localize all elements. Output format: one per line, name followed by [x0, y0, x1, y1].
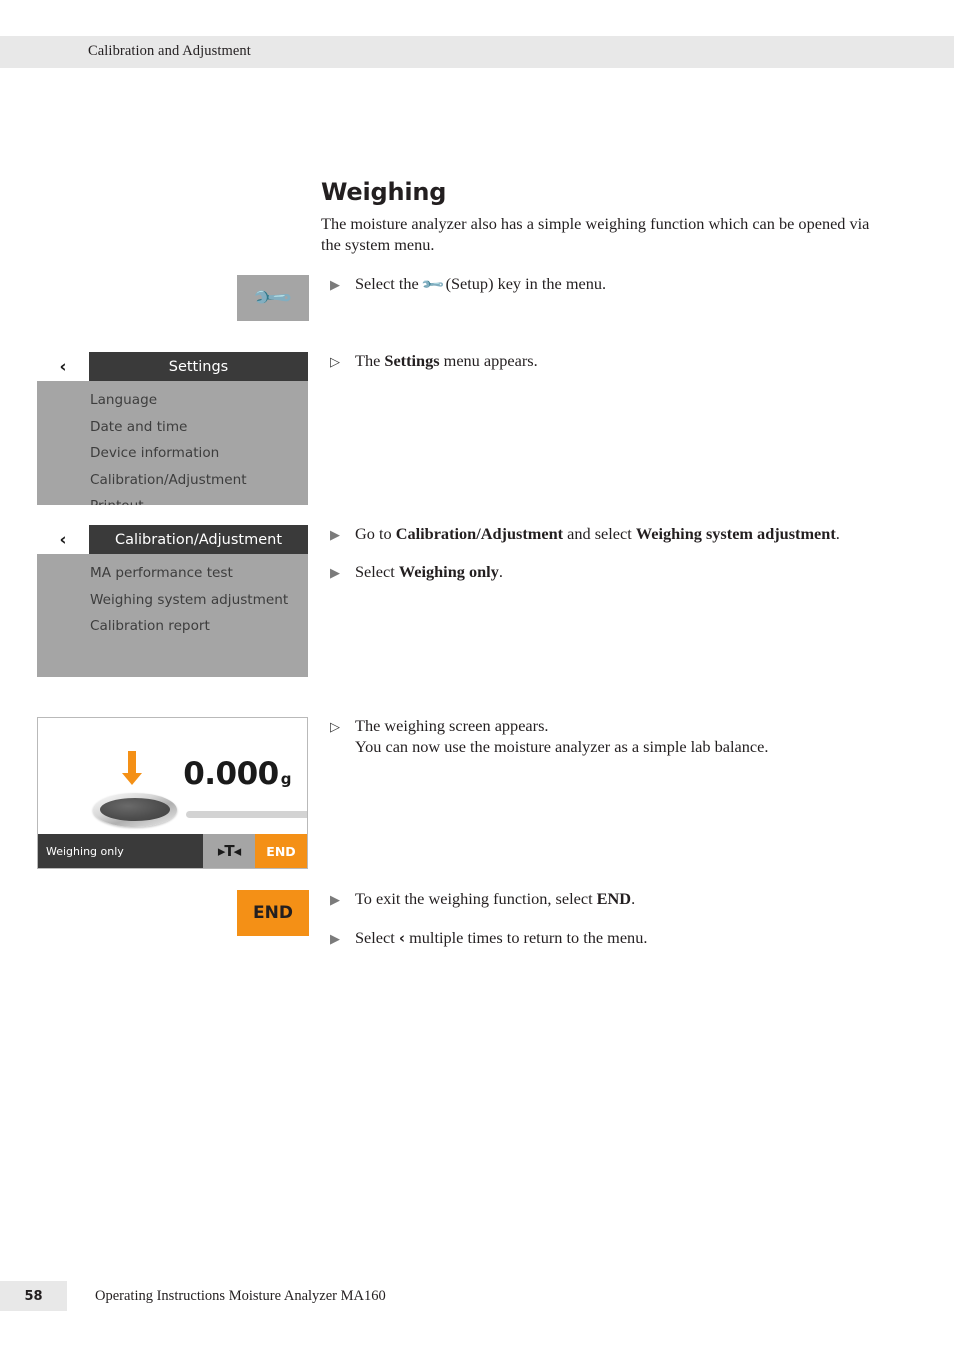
step-text-suffix: . [498, 562, 503, 581]
step-text-prefix: Select [355, 562, 399, 581]
menu-item-device-information[interactable]: Device information [37, 440, 308, 467]
back-chevron-icon[interactable]: ‹ [37, 352, 89, 381]
weighing-screen-main: 0.000 g [38, 718, 307, 834]
weight-readout: 0.000 g [183, 756, 291, 792]
menu-item-date-and-time[interactable]: Date and time [37, 414, 308, 441]
end-button[interactable]: END [255, 834, 307, 868]
weight-unit: g [280, 770, 292, 788]
step-text-prefix: To exit the weighing function, select [355, 889, 597, 908]
end-key-swatch[interactable]: END [237, 890, 309, 936]
step-marker-action: ▶ [330, 527, 340, 542]
step-marker-action: ▶ [330, 277, 340, 292]
step-text: To exit the weighing function, select EN… [355, 889, 930, 910]
step-marker-action: ▶ [330, 565, 340, 580]
step-text-bold: Weighing only [398, 562, 499, 581]
step-marker-result: ▷ [330, 719, 340, 734]
step-text-prefix: Select [355, 928, 399, 947]
step-exit-weighing: ▶ To exit the weighing function, select … [330, 889, 930, 910]
step-screen-appears: ▷ The weighing screen appears. You can no… [330, 716, 930, 757]
page-title: Weighing [321, 178, 447, 206]
calibration-panel-body: MA performance test Weighing system adju… [37, 554, 308, 640]
step-text: The weighing screen appears. You can now … [355, 716, 930, 757]
menu-item-language[interactable]: Language [37, 387, 308, 414]
step-text-prefix: Go to [355, 524, 396, 543]
back-chevron-icon[interactable]: ‹ [37, 525, 89, 554]
step-settings-appears: ▷ The Settings menu appears. [330, 351, 930, 372]
step-marker-result: ▷ [330, 354, 340, 369]
step-text-bold-2: Weighing system adjustment [635, 524, 836, 543]
section-intro: The moisture analyzer also has a simple … [321, 214, 870, 254]
step-text-line-1: The weighing screen appears. [355, 716, 549, 735]
step-text-line-2: You can now use the moisture analyzer as… [355, 736, 769, 756]
step-text: The Settings menu appears. [355, 351, 930, 372]
calibration-panel-title: Calibration/Adjustment [114, 531, 283, 548]
page-number: 58 [24, 1288, 43, 1304]
step-text-bold: END [596, 889, 632, 908]
step-text: Select Weighing only. [355, 562, 930, 583]
sample-pan-icon [93, 793, 177, 827]
step-text-suffix: (Setup) key in the menu. [441, 274, 607, 293]
step-text: Go to Calibration/Adjustment and select … [355, 524, 930, 545]
step-select-weighing-only: ▶ Select Weighing only. [330, 562, 930, 583]
step-text-bold: Settings [384, 351, 440, 370]
step-goto-calibration: ▶ Go to Calibration/Adjustment and selec… [330, 524, 930, 545]
step-text-prefix: The [355, 351, 385, 370]
end-key-label: END [253, 903, 293, 923]
step-text: Select ‹ multiple times to return to the… [355, 928, 930, 949]
step-text-suffix: menu appears. [439, 351, 538, 370]
weighing-screen[interactable]: 0.000 g Weighing only ▸T◂ END [37, 717, 308, 869]
footer-document-title: Operating Instructions Moisture Analyzer… [95, 1288, 386, 1304]
step-select-setup: ▶ Select the 🔧 (Setup) key in the menu. [330, 272, 930, 298]
step-marker-action: ▶ [330, 931, 340, 946]
calibration-panel-titlebar: ‹ Calibration/Adjustment [37, 525, 308, 554]
step-text-middle: and select [563, 524, 636, 543]
menu-item-printout[interactable]: Printout [37, 493, 308, 505]
settings-panel-body: Language Date and time Device informatio… [37, 381, 308, 505]
menu-item-weighing-system-adjustment[interactable]: Weighing system adjustment [37, 587, 308, 614]
step-text: Select the 🔧 (Setup) key in the menu. [355, 272, 930, 298]
settings-panel-titlebar: ‹ Settings [37, 352, 308, 381]
menu-item-ma-performance-test[interactable]: MA performance test [37, 560, 308, 587]
weight-value: 0.000 [183, 756, 279, 792]
wrench-icon: 🔧 [250, 275, 296, 321]
step-marker-action: ▶ [330, 892, 340, 907]
step-text-bold-1: Calibration/Adjustment [395, 524, 564, 543]
tare-button[interactable]: ▸T◂ [203, 834, 255, 868]
step-text-suffix: multiple times to return to the menu. [405, 928, 648, 947]
setup-key-swatch[interactable]: 🔧 [237, 275, 309, 321]
settings-panel-title: Settings [168, 358, 229, 375]
mode-label: Weighing only [38, 834, 203, 868]
step-text-prefix: Select the [355, 274, 423, 293]
capacity-bargraph [186, 811, 307, 818]
arrow-down-icon [122, 751, 142, 785]
step-text-suffix: . [631, 889, 636, 908]
settings-menu-panel[interactable]: ‹ Settings Language Date and time Device… [37, 352, 308, 505]
menu-item-calibration-report[interactable]: Calibration report [37, 613, 308, 640]
chapter-title: Calibration and Adjustment [88, 43, 251, 59]
calibration-menu-panel[interactable]: ‹ Calibration/Adjustment MA performance … [37, 525, 308, 677]
weighing-screen-toolbar: Weighing only ▸T◂ END [38, 834, 307, 868]
menu-item-calibration-adjustment[interactable]: Calibration/Adjustment [37, 467, 308, 494]
step-text-suffix: . [835, 524, 840, 543]
step-back-to-menu: ▶ Select ‹ multiple times to return to t… [330, 928, 930, 949]
